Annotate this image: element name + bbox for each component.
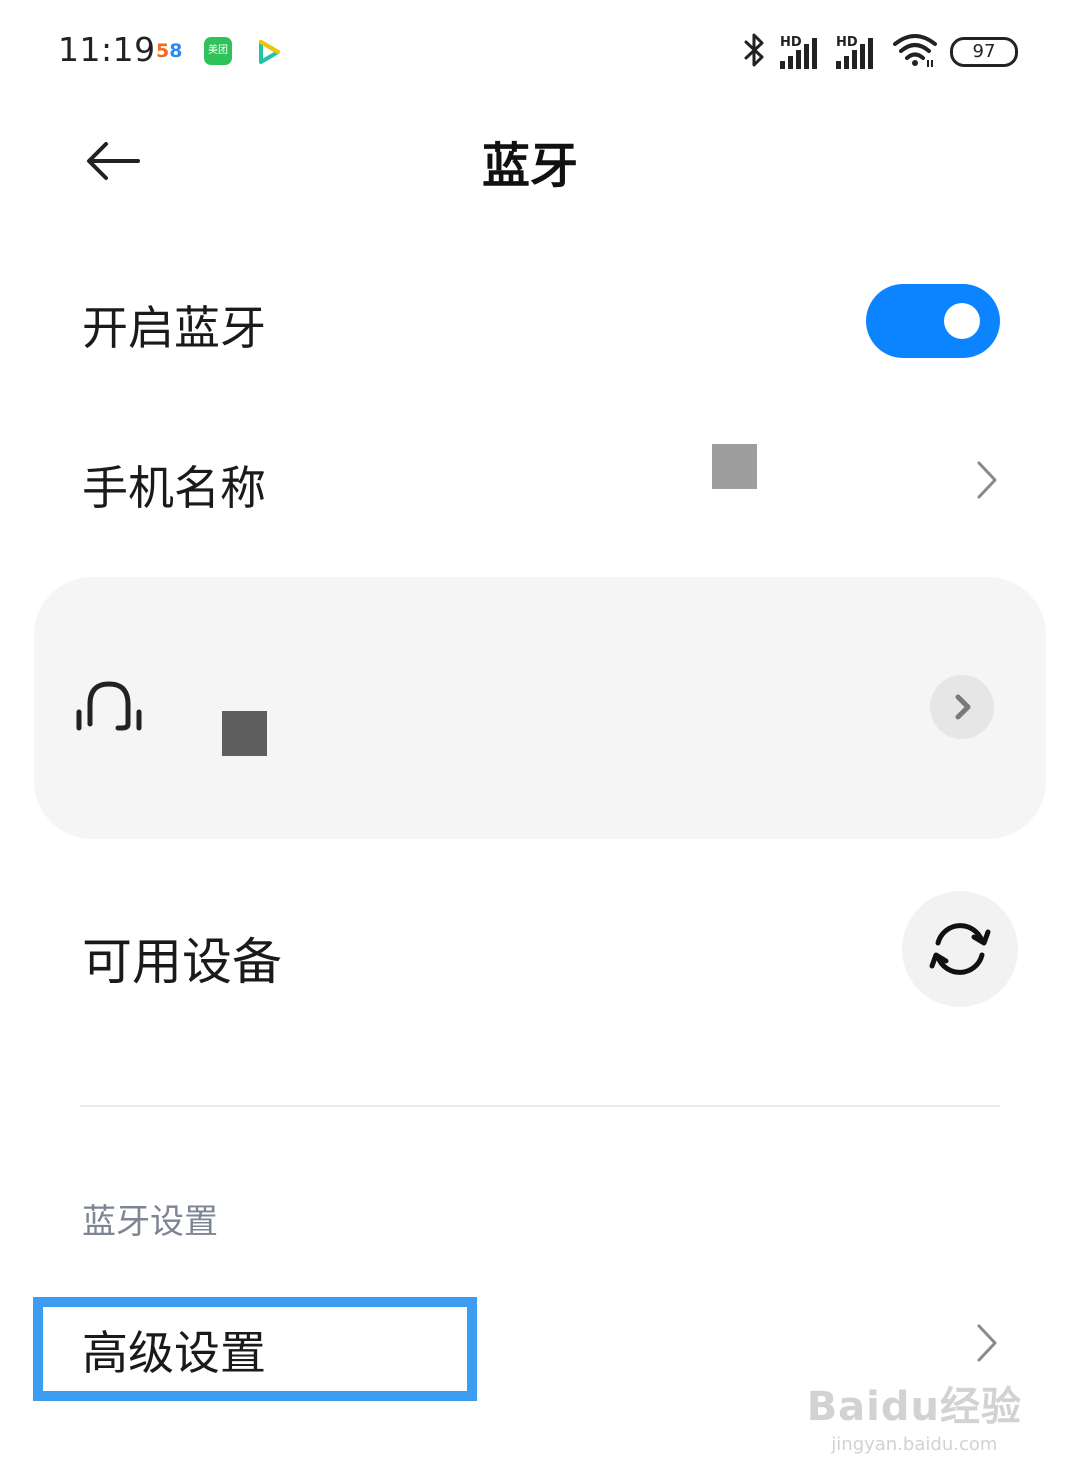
watermark: Baidu经验 jingyan.baidu.com — [807, 1374, 1022, 1455]
app-58-icon: 58 — [156, 40, 183, 62]
watermark-url: jingyan.baidu.com — [831, 1434, 998, 1455]
chevron-right-icon — [976, 1323, 998, 1367]
cell-signal-hd-icon: HD — [836, 35, 880, 69]
phone-name-value-redacted — [712, 444, 757, 489]
highlight-box — [33, 1297, 477, 1401]
chevron-right-icon — [955, 694, 971, 720]
meituan-app-icon: 美团 — [204, 37, 232, 65]
watermark-logo: Baidu经验 — [806, 1384, 1022, 1430]
available-devices-label: 可用设备 — [82, 933, 282, 991]
divider — [80, 1105, 1000, 1107]
page-title: 蓝牙 — [481, 138, 578, 194]
chevron-right-icon — [976, 460, 998, 504]
section-header: 蓝牙设置 — [82, 1202, 218, 1242]
paired-device-card[interactable] — [34, 577, 1046, 839]
bluetooth-icon — [742, 32, 768, 72]
device-details-button[interactable] — [930, 675, 994, 739]
status-icons: HD HD 97 — [742, 32, 1018, 72]
wifi-icon — [892, 32, 938, 72]
cell-signal-hd-icon: HD — [780, 35, 824, 69]
device-name-redacted — [222, 711, 267, 756]
video-play-app-icon — [258, 40, 280, 68]
status-time: 11:19 — [58, 30, 156, 69]
toggle-knob — [944, 303, 980, 339]
headset-icon — [76, 678, 142, 736]
refresh-button[interactable] — [902, 891, 1018, 1007]
phone-name-label: 手机名称 — [82, 461, 266, 515]
bluetooth-toggle-switch[interactable] — [866, 284, 1000, 358]
bluetooth-toggle-label: 开启蓝牙 — [82, 301, 266, 355]
refresh-icon — [929, 923, 991, 975]
battery-indicator: 97 — [950, 37, 1018, 67]
